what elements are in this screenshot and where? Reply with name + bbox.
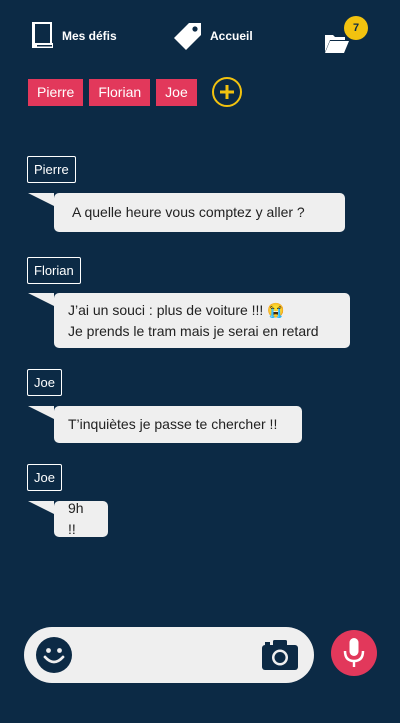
nav-mes-defis[interactable]: Mes défis	[32, 22, 117, 50]
participant-chip-florian[interactable]: Florian	[89, 78, 151, 106]
microphone-icon	[343, 638, 365, 667]
message-input[interactable]	[82, 639, 256, 673]
emoji-icon	[36, 637, 72, 673]
top-navigation: Mes défis Accueil 7	[0, 0, 400, 70]
emoji-button[interactable]	[36, 637, 72, 673]
message-input-bar	[24, 627, 314, 683]
message-author: Joe	[27, 369, 62, 396]
message-bubble: 9h !!	[28, 500, 108, 537]
nav-folder-button[interactable]: 7	[324, 16, 368, 56]
add-participant-button[interactable]	[211, 77, 242, 107]
message-text: A quelle heure vous comptez y aller ?	[72, 204, 305, 220]
message-bubble: J’ai un souci : plus de voiture !!! 😭 Je…	[28, 293, 350, 348]
message-author: Florian	[27, 257, 81, 284]
notification-badge: 7	[344, 16, 368, 40]
camera-icon	[262, 640, 298, 670]
message-text: J’ai un souci : plus de voiture !!! 😭	[68, 301, 285, 318]
tag-icon	[174, 23, 201, 50]
message-text: T’inquiètes je passe te chercher !!	[68, 416, 278, 432]
camera-button[interactable]	[262, 639, 298, 671]
message-bubble: T’inquiètes je passe te chercher !!	[28, 406, 302, 443]
message-text: Je prends le tram mais je serai en retar…	[68, 322, 319, 339]
message-author: Joe	[27, 464, 62, 491]
message-bubble: A quelle heure vous comptez y aller ?	[28, 193, 345, 232]
microphone-button[interactable]	[331, 630, 377, 676]
participant-chip-pierre[interactable]: Pierre	[28, 78, 84, 106]
message-text: 9h !!	[68, 500, 84, 537]
book-icon	[32, 22, 53, 48]
nav-accueil-label: Accueil	[210, 29, 253, 43]
message-author: Pierre	[27, 156, 76, 183]
participant-chips: Pierre Florian Joe	[28, 77, 242, 107]
plus-icon	[219, 85, 234, 99]
nav-accueil[interactable]: Accueil	[174, 22, 253, 50]
nav-mes-defis-label: Mes défis	[62, 29, 117, 43]
participant-chip-joe[interactable]: Joe	[156, 78, 197, 106]
